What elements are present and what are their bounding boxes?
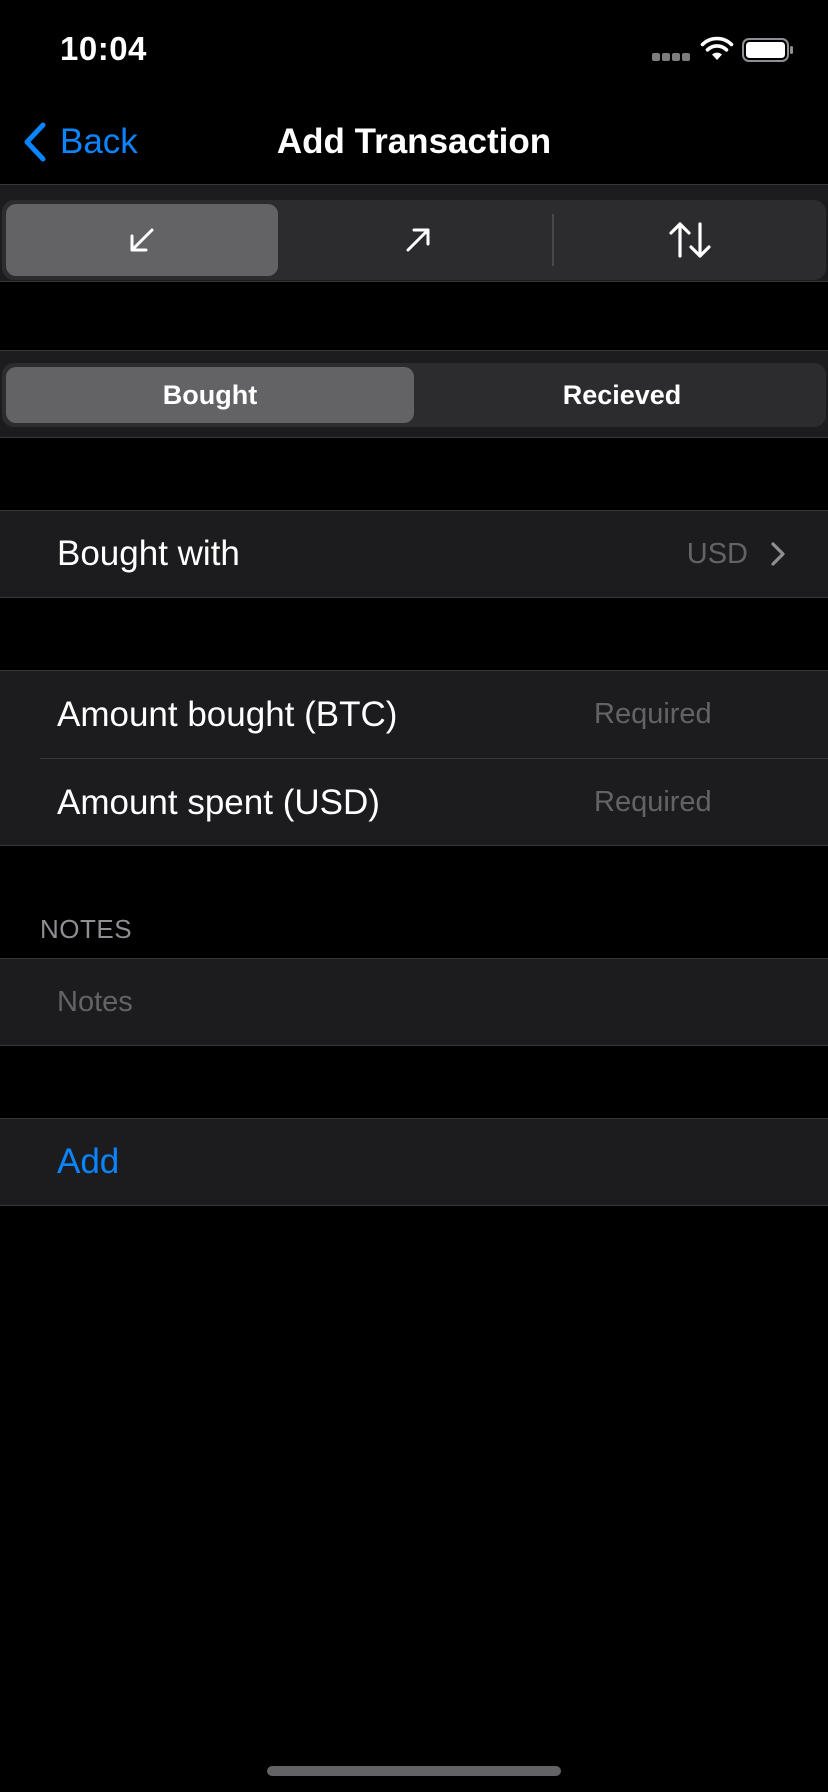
add-row[interactable]: Add: [0, 1119, 828, 1205]
transaction-type-segmented-control: [2, 200, 826, 280]
bought-with-row[interactable]: Bought with USD: [0, 511, 828, 597]
amount-spent-input[interactable]: Required: [594, 786, 712, 819]
segment-bought-label: Bought: [162, 379, 258, 410]
segment-received[interactable]: Recieved: [418, 363, 826, 427]
amount-spent-label: Amount spent (USD): [57, 782, 380, 822]
amounts-section: Amount bought (BTC) Required Amount spen…: [0, 670, 828, 846]
segment-buy[interactable]: [6, 204, 278, 276]
home-indicator: [267, 1766, 561, 1776]
bought-with-value: USD: [686, 537, 748, 570]
arrows-up-down-icon: [669, 222, 711, 258]
wifi-icon: [700, 36, 734, 60]
bought-with-label: Bought with: [57, 534, 240, 573]
cellular-signal-icon: [652, 53, 692, 61]
notes-input[interactable]: Notes: [57, 986, 133, 1019]
segment-received-label: Recieved: [562, 379, 682, 410]
bought-with-section: Bought with USD: [0, 510, 828, 598]
notes-section-header: NOTES: [40, 914, 133, 944]
segment-transfer[interactable]: [554, 200, 826, 280]
mode-section: Bought Recieved: [0, 350, 828, 438]
status-bar: 10:04: [0, 0, 828, 100]
arrow-up-right-icon: [406, 228, 430, 252]
status-time: 10:04: [60, 30, 147, 67]
arrow-down-left-icon: [130, 228, 154, 252]
page-title-text: Add Transaction: [276, 122, 552, 161]
chevron-right-icon: [771, 542, 785, 566]
notes-section: Notes: [0, 958, 828, 1046]
navigation-bar: Back Add Transaction: [0, 100, 828, 184]
amount-bought-row[interactable]: Amount bought (BTC) Required: [0, 671, 828, 758]
mode-segmented-control: Bought Recieved: [2, 363, 826, 427]
notes-row[interactable]: Notes: [0, 959, 828, 1045]
add-section: Add: [0, 1118, 828, 1206]
segment-bought[interactable]: Bought: [6, 367, 414, 423]
battery-icon: [742, 38, 793, 62]
transaction-type-section: [0, 184, 828, 282]
amount-bought-input[interactable]: Required: [594, 698, 712, 731]
amount-spent-row[interactable]: Amount spent (USD) Required: [0, 759, 828, 846]
segment-sell[interactable]: [282, 200, 554, 280]
page-title: Add Transaction: [0, 118, 828, 166]
add-button[interactable]: Add: [57, 1142, 119, 1182]
amount-bought-label: Amount bought (BTC): [57, 694, 398, 734]
